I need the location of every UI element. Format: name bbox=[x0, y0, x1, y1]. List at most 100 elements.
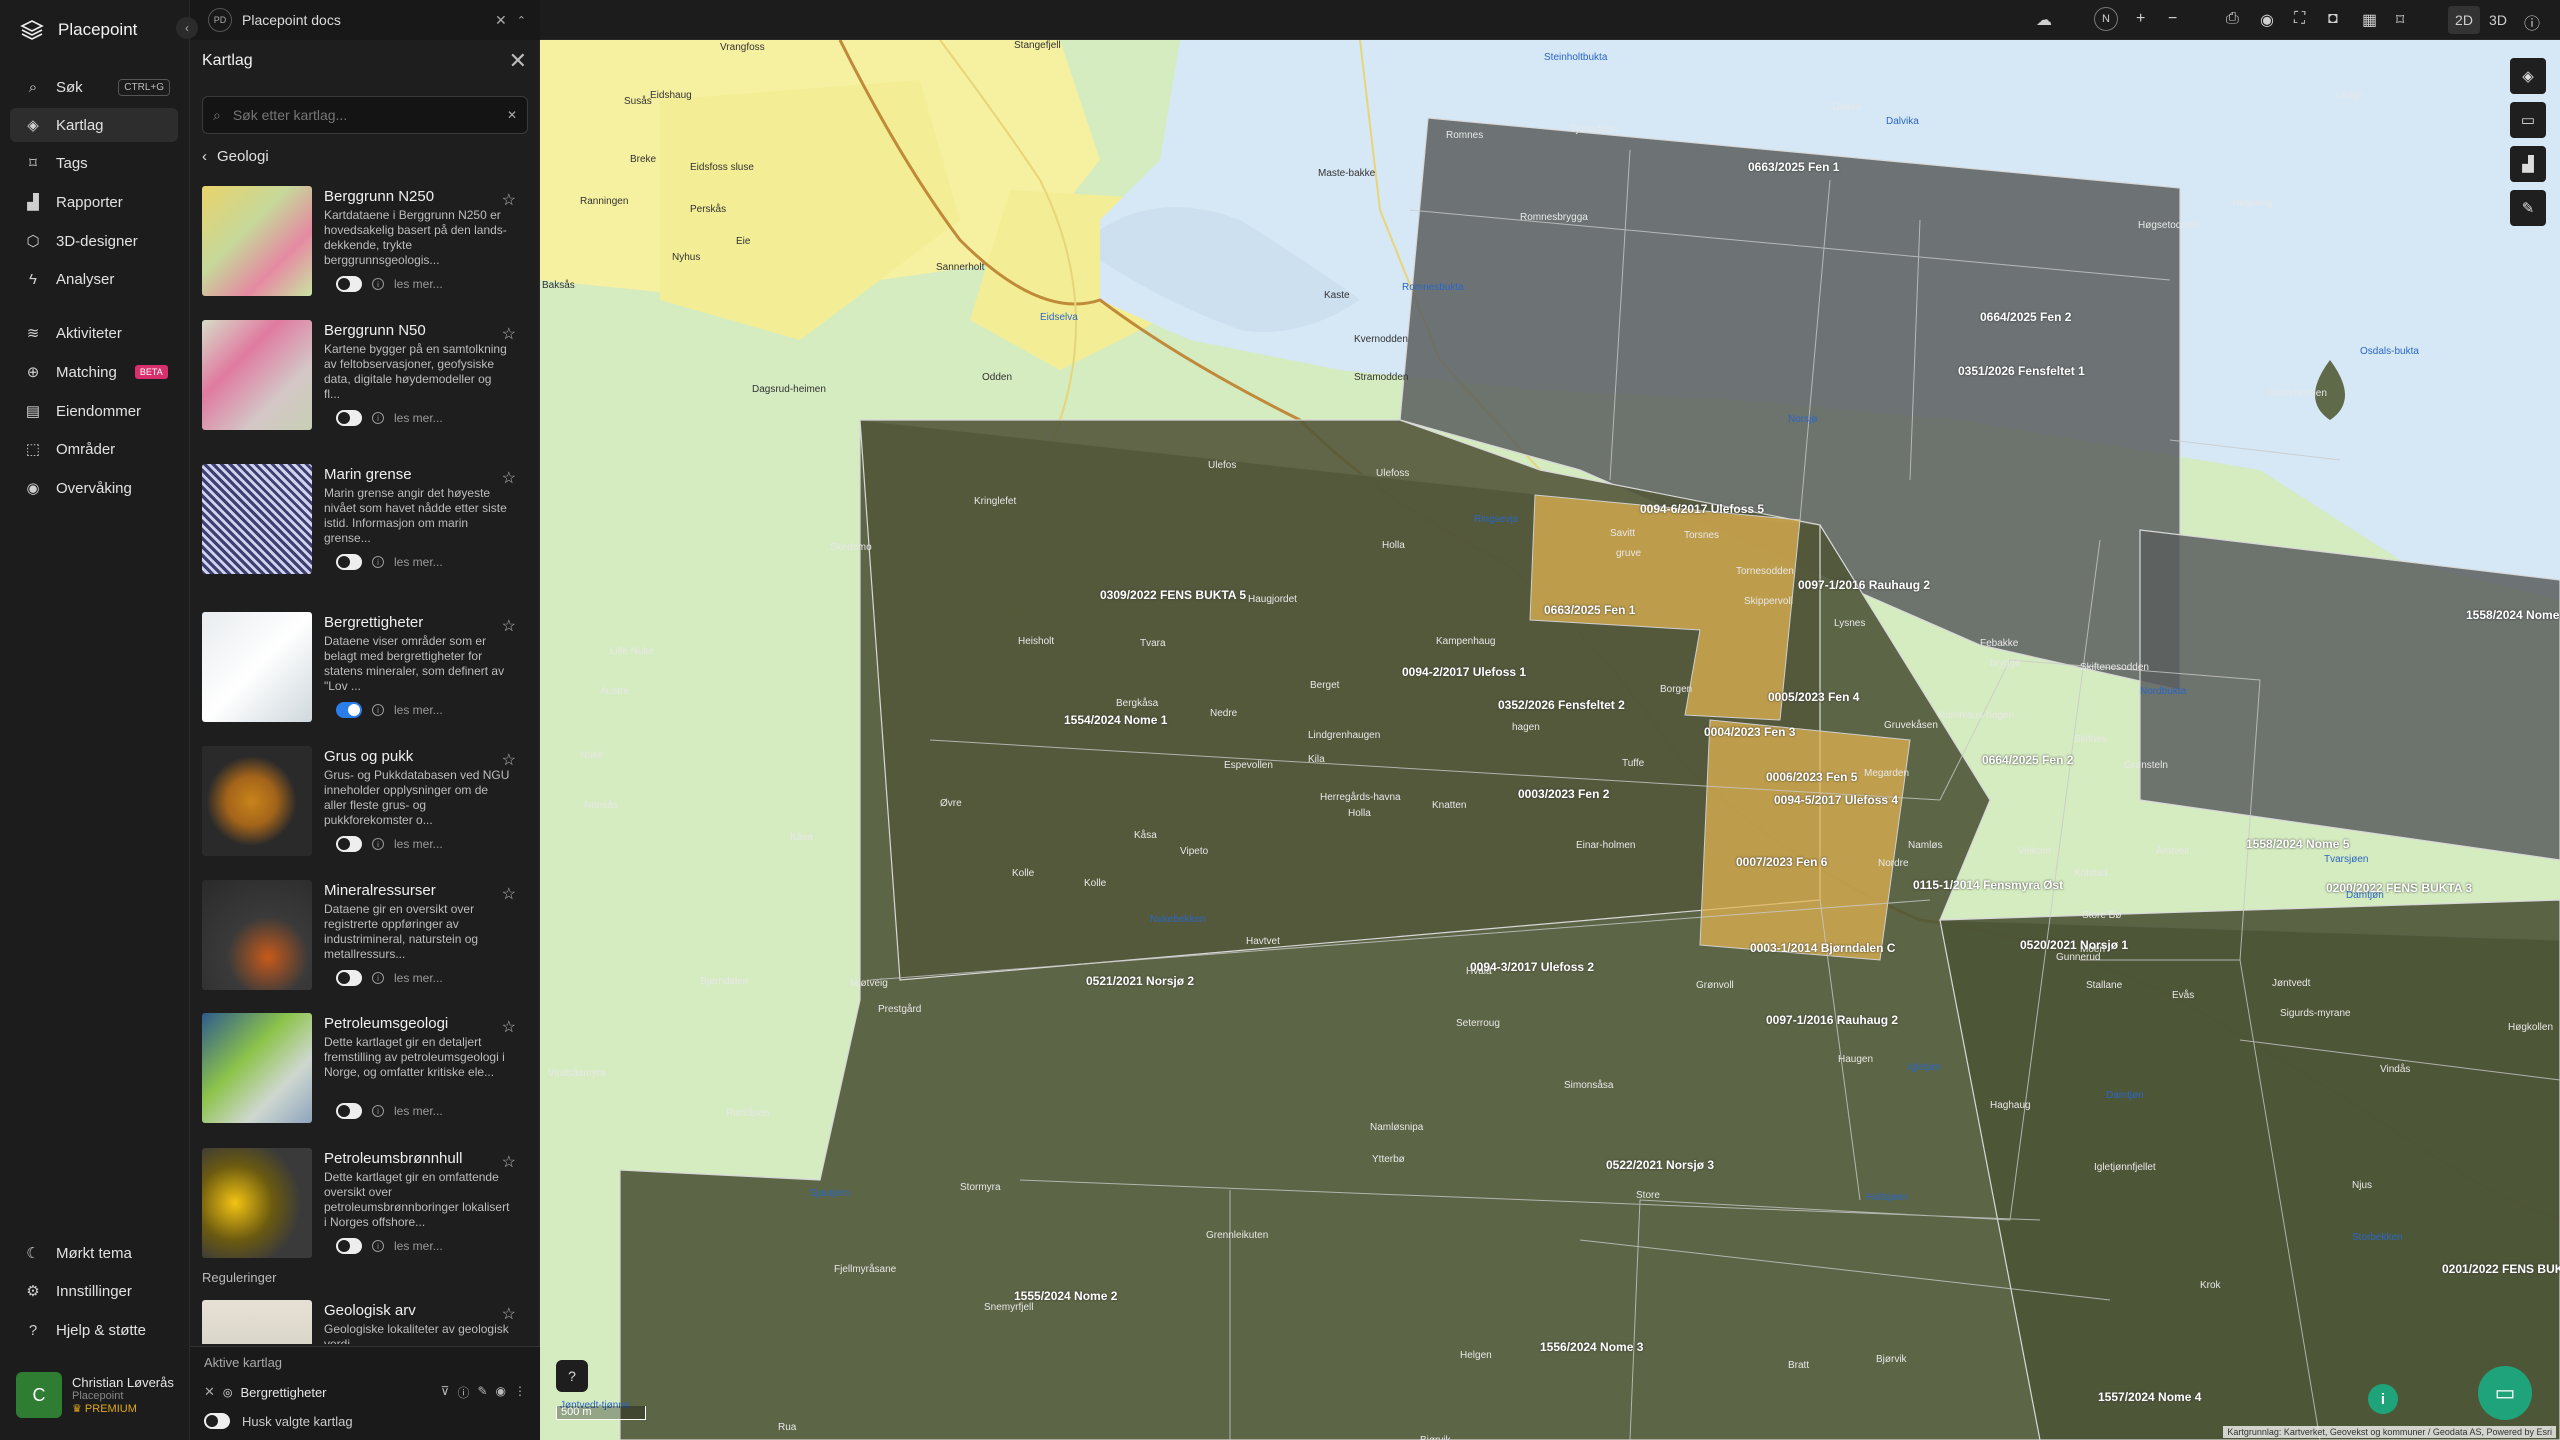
star-icon[interactable]: ☆ bbox=[502, 190, 516, 210]
close-panel-button[interactable]: ✕ bbox=[509, 48, 527, 74]
info-icon[interactable]: ⓘ bbox=[457, 1384, 469, 1401]
place-label: Eidselva bbox=[1040, 312, 1078, 323]
layer-item[interactable]: Petroleumsbrønnhull Dette kartlaget gir e… bbox=[202, 1148, 528, 1266]
nav-item-eiendommer[interactable]: ▤ Eiendommer bbox=[10, 394, 178, 428]
chevron-updown-icon[interactable]: ⌃ bbox=[517, 14, 526, 27]
chat-button[interactable]: ▭ bbox=[2478, 1366, 2532, 1420]
layer-item[interactable]: Marin grense Marin grense angir det høyes… bbox=[202, 464, 528, 582]
map-help-button[interactable]: ? bbox=[556, 1360, 588, 1392]
info-icon[interactable]: i bbox=[372, 838, 384, 850]
star-icon[interactable]: ☆ bbox=[502, 884, 516, 904]
mode-3d-button[interactable]: 3D bbox=[2482, 6, 2514, 34]
rights-label: 1554/2024 Nome 1 bbox=[1064, 713, 1168, 727]
breadcrumb[interactable]: ‹ Geologi bbox=[202, 148, 269, 165]
info-icon[interactable]: ⓘ bbox=[2524, 10, 2540, 34]
remember-toggle-row[interactable]: Husk valgte kartlag bbox=[204, 1413, 353, 1429]
edit-icon[interactable]: ✎ bbox=[477, 1384, 487, 1401]
layer-toggle[interactable] bbox=[336, 836, 362, 852]
map-canvas[interactable]: 0663/2025 Fen 1 0664/2025 Fen 2 0351/2026 … bbox=[540, 40, 2560, 1440]
info-icon[interactable]: i bbox=[372, 278, 384, 290]
info-icon[interactable]: i bbox=[372, 704, 384, 716]
nav-item-settings[interactable]: ⚙ Innstillinger bbox=[10, 1274, 178, 1308]
nav-item-analyser[interactable]: ϟ Analyser bbox=[10, 262, 178, 296]
app-logo[interactable]: Placepoint bbox=[20, 18, 137, 42]
layer-more-link[interactable]: les mer... bbox=[394, 837, 443, 851]
layer-item[interactable]: Geologisk arv Geologiske lokaliteter av … bbox=[202, 1300, 528, 1344]
nav-item-help[interactable]: ? Hjelp & støtte bbox=[10, 1313, 178, 1347]
collapse-nav-button[interactable]: ‹ bbox=[176, 17, 198, 39]
layer-search[interactable]: ⌕ ✕ bbox=[202, 96, 528, 134]
user-card[interactable]: C Christian Løverås Placepoint ♛ PREMIUM bbox=[16, 1372, 174, 1418]
layer-more-link[interactable]: les mer... bbox=[394, 411, 443, 425]
layer-item[interactable]: Berggrunn N50 Kartene bygger på en samtol… bbox=[202, 320, 528, 438]
nav-item-rapporter[interactable]: ▟ Rapporter bbox=[10, 185, 178, 219]
clear-icon[interactable]: ✕ bbox=[507, 108, 517, 122]
info-icon[interactable]: i bbox=[372, 412, 384, 424]
nav-item-search[interactable]: ⌕ Søk CTRL+G bbox=[10, 70, 178, 104]
star-icon[interactable]: ☆ bbox=[502, 616, 516, 636]
eye-icon[interactable]: ◉ bbox=[496, 1384, 506, 1401]
layer-search-input[interactable] bbox=[230, 106, 497, 124]
zoom-in-icon[interactable]: + bbox=[2136, 10, 2145, 28]
eye-icon[interactable]: ◉ bbox=[2260, 10, 2274, 30]
star-icon[interactable]: ☆ bbox=[502, 1304, 516, 1324]
camera-icon[interactable]: ◘ bbox=[2328, 10, 2338, 28]
map-info-button[interactable]: i bbox=[2368, 1384, 2398, 1414]
active-layer-row[interactable]: ✕ ◎ Bergrettigheter ⊽ ⓘ ✎ ◉ ⋮ bbox=[204, 1379, 526, 1405]
print-icon[interactable]: ⎙ bbox=[2226, 10, 2239, 28]
more-icon[interactable]: ⋮ bbox=[514, 1384, 526, 1401]
layer-toggle[interactable] bbox=[336, 970, 362, 986]
remember-toggle[interactable] bbox=[204, 1413, 230, 1429]
measure-tool-button[interactable]: ▭ bbox=[2510, 102, 2546, 138]
nav-item-kartlag[interactable]: ◈ Kartlag bbox=[10, 108, 178, 142]
star-icon[interactable]: ☆ bbox=[502, 324, 516, 344]
star-icon[interactable]: ☆ bbox=[502, 750, 516, 770]
nav-item-matching[interactable]: ⊕ Matching BETA bbox=[10, 355, 178, 389]
layer-item[interactable]: Grus og pukk Grus- og Pukkdatabasen ved N… bbox=[202, 746, 528, 864]
nav-item-dark-theme[interactable]: ☾ Mørkt tema bbox=[10, 1236, 178, 1270]
layer-toggle[interactable] bbox=[336, 554, 362, 570]
zoom-out-icon[interactable]: − bbox=[2168, 10, 2177, 28]
layer-toggle[interactable] bbox=[336, 702, 362, 718]
mode-2d-button[interactable]: 2D bbox=[2448, 6, 2480, 34]
compass-button[interactable]: N bbox=[2094, 7, 2118, 31]
info-icon[interactable]: i bbox=[372, 1240, 384, 1252]
info-icon[interactable]: i bbox=[372, 556, 384, 568]
layer-more-link[interactable]: les mer... bbox=[394, 971, 443, 985]
layer-toggle[interactable] bbox=[336, 1238, 362, 1254]
filter-icon[interactable]: ⊽ bbox=[441, 1384, 450, 1401]
layer-more-link[interactable]: les mer... bbox=[394, 1104, 443, 1118]
fullscreen-icon[interactable]: ⛶ bbox=[2294, 10, 2305, 28]
nav-item-overvaking[interactable]: ◉ Overvåking bbox=[10, 471, 178, 505]
nav-item-aktiviteter[interactable]: ≋ Aktiviteter bbox=[10, 316, 178, 350]
nav-item-3d-designer[interactable]: ⬡ 3D-designer bbox=[10, 224, 178, 258]
chart-tool-button[interactable]: ▟ bbox=[2510, 146, 2546, 182]
close-icon[interactable]: ✕ bbox=[495, 12, 507, 29]
star-icon[interactable]: ☆ bbox=[502, 468, 516, 488]
layers-tool-button[interactable]: ◈ bbox=[2510, 58, 2546, 94]
layer-item[interactable]: Berggrunn N250 Kartdataene i Berggrunn N2… bbox=[202, 186, 528, 304]
remove-icon[interactable]: ✕ bbox=[204, 1384, 215, 1400]
nav-item-label: Eiendommer bbox=[56, 402, 142, 420]
draw-tool-button[interactable]: ✎ bbox=[2510, 190, 2546, 226]
layer-toggle[interactable] bbox=[336, 276, 362, 292]
info-icon[interactable]: i bbox=[372, 1105, 384, 1117]
layer-item[interactable]: Petroleumsgeologi Dette kartlaget gir en … bbox=[202, 1013, 528, 1131]
star-icon[interactable]: ☆ bbox=[502, 1017, 516, 1037]
weather-icon[interactable]: ☁ bbox=[2036, 10, 2052, 30]
doc-tab[interactable]: PD Placepoint docs ✕ ⌃ bbox=[190, 0, 540, 40]
layer-toggle[interactable] bbox=[336, 410, 362, 426]
layer-item[interactable]: Bergrettigheter Dataene viser områder som… bbox=[202, 612, 528, 730]
layer-more-link[interactable]: les mer... bbox=[394, 555, 443, 569]
grid-icon[interactable]: ▦ bbox=[2362, 10, 2377, 30]
layer-more-link[interactable]: les mer... bbox=[394, 703, 443, 717]
info-icon[interactable]: i bbox=[372, 972, 384, 984]
layer-item[interactable]: Mineralressurser Dataene gir en oversikt … bbox=[202, 880, 528, 998]
bookmark-icon[interactable]: ⌑ bbox=[2396, 10, 2404, 30]
nav-item-omrader[interactable]: ⬚ Områder bbox=[10, 432, 178, 466]
nav-item-tags[interactable]: ⌑ Tags bbox=[10, 146, 178, 180]
star-icon[interactable]: ☆ bbox=[502, 1152, 516, 1172]
layer-more-link[interactable]: les mer... bbox=[394, 1239, 443, 1253]
layer-toggle[interactable] bbox=[336, 1103, 362, 1119]
layer-more-link[interactable]: les mer... bbox=[394, 277, 443, 291]
